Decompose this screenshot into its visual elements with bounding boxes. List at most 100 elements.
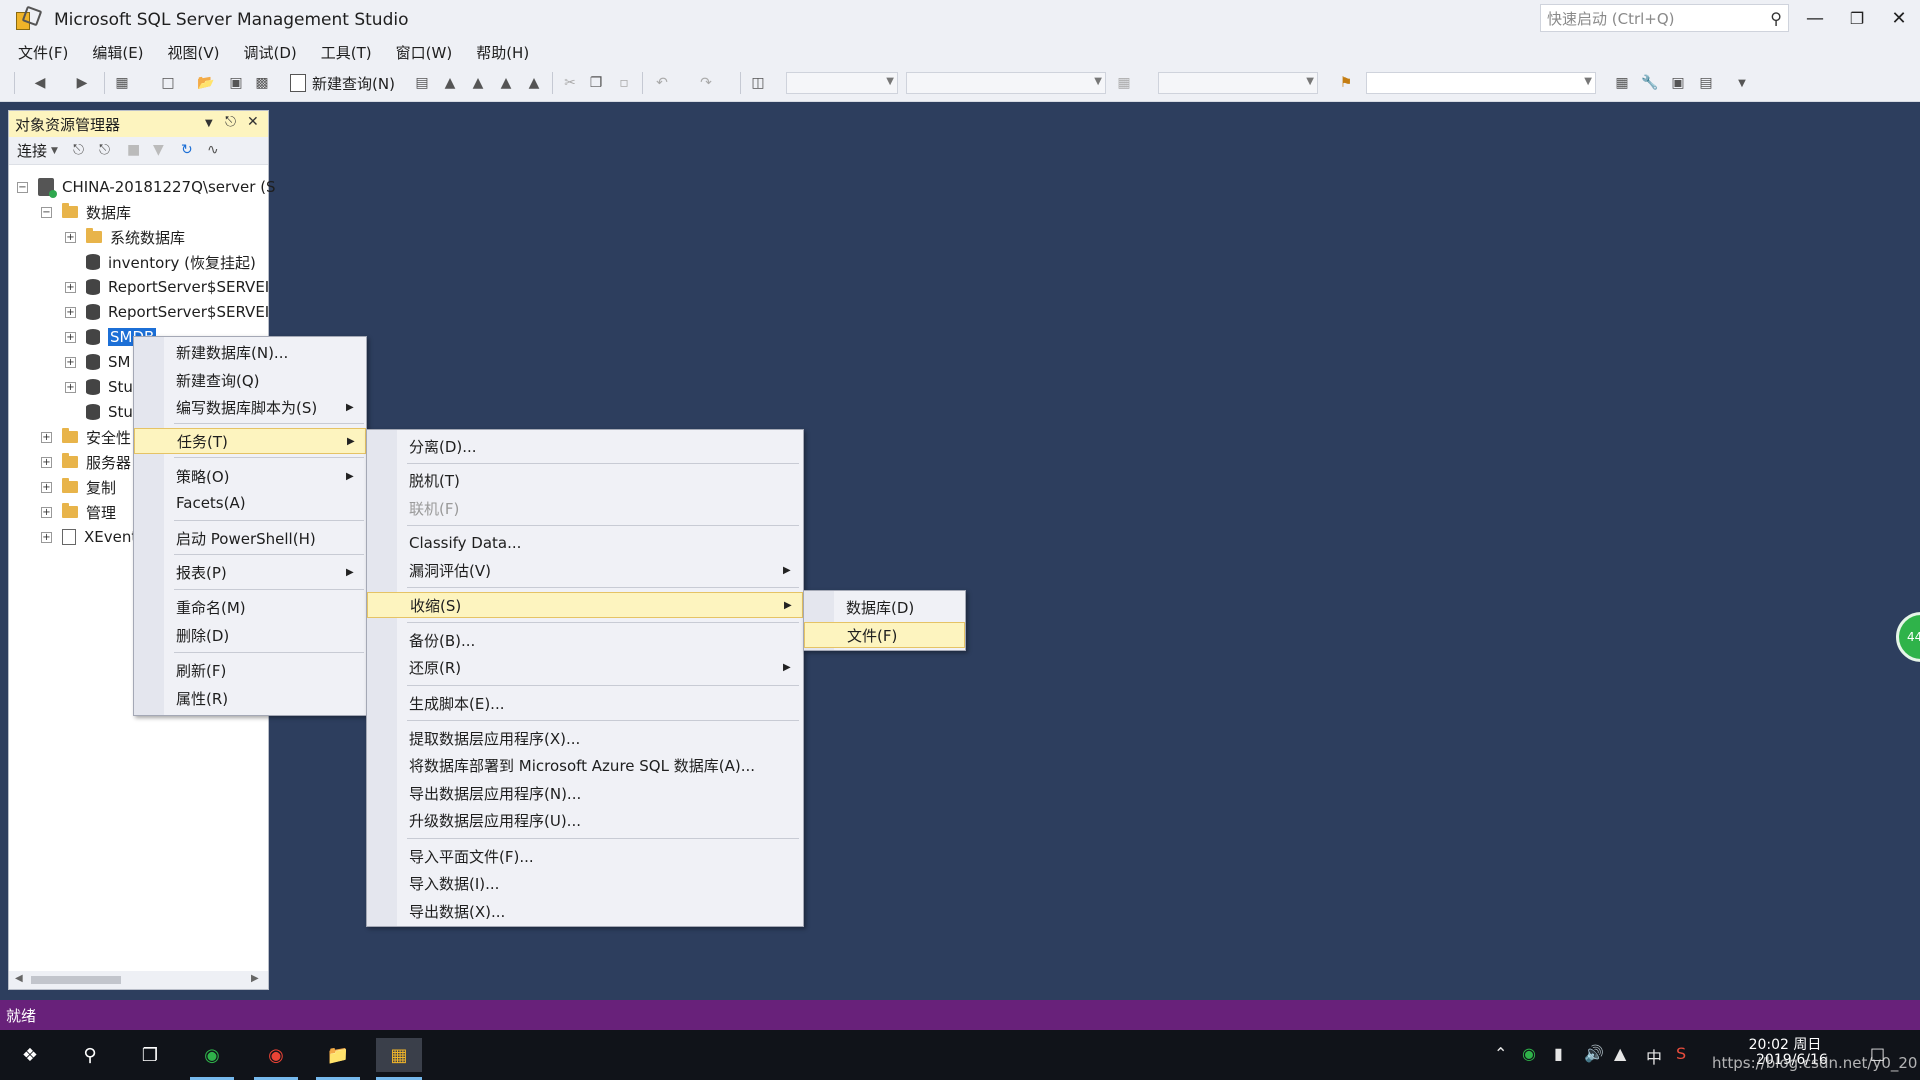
filter-icon[interactable]: ▼ — [153, 142, 164, 158]
window-layout-icon[interactable]: ▤ — [1696, 73, 1716, 93]
scroll-left-icon[interactable]: ◀ — [15, 973, 23, 984]
expand-icon[interactable]: + — [41, 431, 52, 443]
forward-icon[interactable]: ▶ — [72, 73, 92, 93]
mdx-query-icon[interactable]: ▲ — [440, 73, 460, 93]
expand-icon[interactable]: + — [41, 481, 52, 493]
activity-monitor-icon[interactable]: ◫ — [748, 73, 768, 93]
menu-shrink-files[interactable]: 文件(F) — [804, 622, 965, 648]
properties-icon[interactable]: 🔧 — [1640, 73, 1660, 93]
close-icon[interactable]: ✕ — [247, 114, 259, 130]
new-file-icon[interactable]: □ — [158, 73, 178, 93]
paste-icon[interactable]: ▫ — [614, 73, 634, 93]
stop-icon[interactable]: ■ — [127, 142, 140, 158]
ssms-taskbar-icon[interactable]: ▦ — [376, 1038, 422, 1072]
menu-backup[interactable]: 备份(B)... — [367, 627, 803, 653]
tray-expand-icon[interactable]: ⌃ — [1494, 1044, 1507, 1063]
xmla-query-icon[interactable]: ▲ — [496, 73, 516, 93]
collapse-icon[interactable]: − — [17, 181, 28, 193]
tree-node-stu-2[interactable]: Stu — [65, 400, 133, 424]
menu-policies[interactable]: 策略(O) ▶ — [134, 463, 366, 489]
dax-query-icon[interactable]: ▲ — [524, 73, 544, 93]
menu-properties[interactable]: 属性(R) — [134, 685, 366, 711]
menu-detach[interactable]: 分离(D)... — [367, 433, 803, 459]
menu-vulnerability-assessment[interactable]: 漏洞评估(V) ▶ — [367, 557, 803, 583]
tree-node-system-databases[interactable]: + 系统数据库 — [65, 225, 185, 249]
tree-node-management[interactable]: + 管理 — [41, 500, 116, 524]
scrollbar-thumb[interactable] — [31, 976, 121, 984]
menu-file[interactable]: 文件(F) — [6, 42, 80, 63]
find-icon[interactable]: ⚑ — [1336, 73, 1356, 93]
toolbar-grip[interactable] — [14, 72, 15, 94]
refresh-icon[interactable]: ↻ — [181, 142, 193, 158]
menu-tools[interactable]: 工具(T) — [309, 42, 384, 63]
toolbox-icon[interactable]: ▣ — [1668, 73, 1688, 93]
menu-restore[interactable]: 还原(R) ▶ — [367, 654, 803, 680]
horizontal-scrollbar[interactable]: ◀ ▶ — [9, 971, 268, 989]
new-query-button[interactable]: 新建查询(N) — [290, 72, 395, 94]
expand-icon[interactable]: + — [65, 306, 76, 318]
connect-button[interactable]: 连接 — [17, 140, 47, 161]
menu-shrink-database[interactable]: 数据库(D) — [804, 594, 965, 620]
menu-import-flat-file[interactable]: 导入平面文件(F)... — [367, 843, 803, 869]
ime-indicator[interactable]: 中 — [1646, 1044, 1662, 1068]
undo-icon[interactable]: ↶ — [652, 73, 672, 93]
pin-icon[interactable]: ⎋ — [225, 114, 236, 130]
battery-icon[interactable]: ▮ — [1554, 1044, 1563, 1063]
database-engine-query-icon[interactable]: ▤ — [412, 73, 432, 93]
menu-window[interactable]: 窗口(W) — [384, 42, 465, 63]
tree-node-databases[interactable]: − 数据库 — [41, 200, 131, 224]
menu-take-offline[interactable]: 脱机(T) — [367, 467, 803, 493]
network-icon[interactable]: ▲ — [1614, 1044, 1626, 1063]
solution-explorer-icon[interactable]: ▦ — [1612, 73, 1632, 93]
save-all-icon[interactable]: ▩ — [252, 73, 272, 93]
search-icon[interactable]: ⚲ — [70, 1038, 110, 1072]
task-view-icon[interactable]: ❐ — [130, 1038, 170, 1072]
tree-node-security[interactable]: + 安全性 — [41, 425, 131, 449]
toolbar-options-icon[interactable]: ▼ — [1732, 73, 1752, 93]
window-position-icon[interactable]: ▼ — [205, 118, 213, 129]
tree-node-stu[interactable]: + Stu — [65, 375, 133, 399]
collapse-icon[interactable]: − — [41, 206, 52, 218]
comment-icon[interactable]: ▦ — [1114, 73, 1134, 93]
tree-node-xevent[interactable]: + XEvent — [41, 525, 137, 549]
expand-icon[interactable]: + — [41, 531, 52, 543]
redo-icon[interactable]: ↷ — [696, 73, 716, 93]
menu-new-query[interactable]: 新建查询(Q) — [134, 367, 366, 393]
tree-node-inventory[interactable]: inventory (恢复挂起) — [65, 250, 256, 274]
menu-new-database[interactable]: 新建数据库(N)... — [134, 339, 366, 365]
expand-icon[interactable]: + — [41, 506, 52, 518]
menu-generate-scripts[interactable]: 生成脚本(E)... — [367, 690, 803, 716]
menu-debug[interactable]: 调试(D) — [232, 42, 309, 63]
expand-icon[interactable]: + — [65, 331, 76, 343]
expand-icon[interactable]: + — [41, 456, 52, 468]
menu-deploy-to-azure[interactable]: 将数据库部署到 Microsoft Azure SQL 数据库(A)... — [367, 752, 803, 778]
floating-assistant-badge[interactable]: 44 — [1896, 612, 1920, 662]
activity-icon[interactable]: ∿ — [207, 142, 219, 158]
minimize-button[interactable]: — — [1792, 0, 1838, 36]
menu-classify-data[interactable]: Classify Data... — [367, 530, 803, 556]
open-file-icon[interactable]: 📂 — [196, 73, 216, 93]
solution-configuration-combo[interactable]: ▼ — [786, 72, 898, 94]
menu-shrink[interactable]: 收缩(S) ▶ — [367, 592, 803, 618]
menu-view[interactable]: 视图(V) — [156, 42, 232, 63]
connect-icon[interactable]: ⎋ — [73, 142, 84, 158]
menu-import-data[interactable]: 导入数据(I)... — [367, 870, 803, 896]
quick-launch-input[interactable]: 快速启动 (Ctrl+Q) ⚲ — [1540, 4, 1789, 32]
wechat-app-icon[interactable]: ◉ — [190, 1038, 234, 1072]
save-icon[interactable]: ▣ — [226, 73, 246, 93]
find-combo[interactable]: ▼ — [1366, 72, 1596, 94]
menu-script-database-as[interactable]: 编写数据库脚本为(S) ▶ — [134, 394, 366, 420]
notification-icon[interactable]: □ — [1870, 1044, 1885, 1063]
menu-extract-data-tier-app[interactable]: 提取数据层应用程序(X)... — [367, 725, 803, 751]
menu-start-powershell[interactable]: 启动 PowerShell(H) — [134, 525, 366, 551]
menu-upgrade-data-tier-app[interactable]: 升级数据层应用程序(U)... — [367, 807, 803, 833]
scroll-right-icon[interactable]: ▶ — [251, 973, 259, 984]
new-project-icon[interactable]: ▦ — [112, 73, 132, 93]
copy-icon[interactable]: ❐ — [586, 73, 606, 93]
tree-node-server[interactable]: − CHINA-20181227Q\server (S — [17, 175, 276, 199]
tree-node-sm[interactable]: + SM — [65, 350, 130, 374]
menu-delete[interactable]: 删除(D) — [134, 622, 366, 648]
solution-platform-combo[interactable]: ▼ — [906, 72, 1106, 94]
tray-app-icon[interactable]: ◉ — [1522, 1044, 1536, 1063]
file-explorer-icon[interactable]: 📁 — [316, 1038, 360, 1072]
